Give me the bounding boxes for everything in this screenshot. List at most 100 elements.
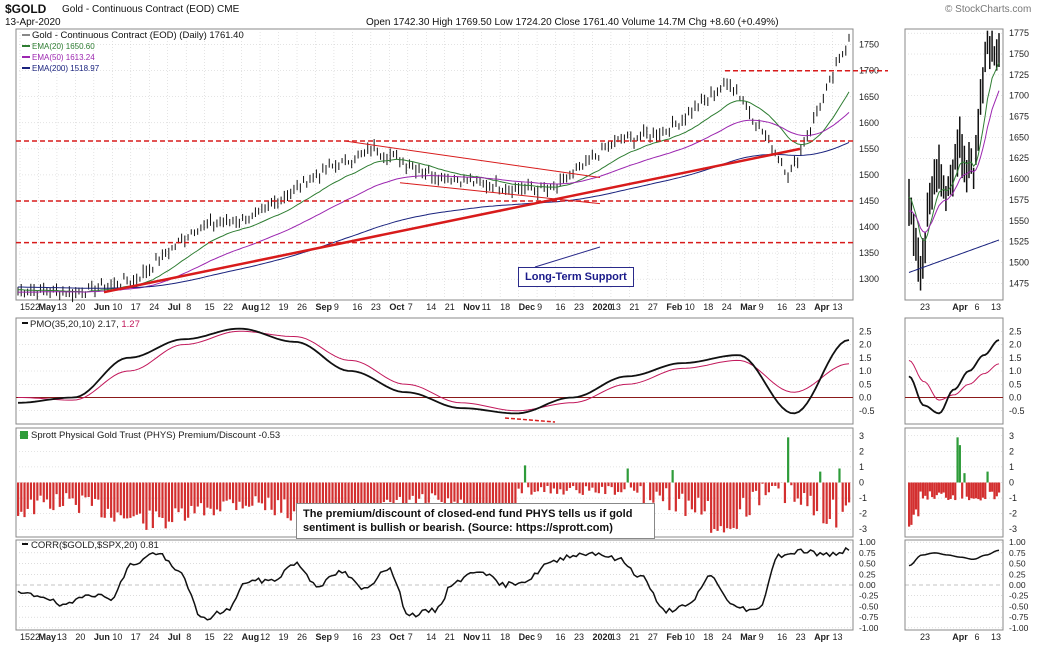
phys-bar — [536, 482, 539, 492]
pmo-y-tick-label: 2.0 — [859, 340, 872, 350]
phys-bar — [546, 482, 549, 486]
price-y-tick-label: 1750 — [859, 40, 879, 50]
zoom-phys-bar — [998, 482, 1001, 493]
zoom-phys-y-tick-label: 3 — [1009, 431, 1014, 441]
pmo-y-tick-label: 1.0 — [859, 366, 872, 376]
price-x-tick-label: 15 — [205, 302, 215, 312]
zoom-pmo-y-tick-label: 0.5 — [1009, 379, 1022, 389]
phys-bar — [90, 482, 93, 506]
phys-bar — [552, 482, 556, 489]
zoom-y-tick-label: 1650 — [1009, 132, 1029, 142]
zoom-corr-y-tick-label: 0.50 — [1009, 559, 1026, 569]
phys-bar — [61, 482, 65, 506]
phys-bar — [103, 482, 106, 518]
phys-bar — [110, 482, 113, 518]
zoom-phys-bar — [938, 482, 941, 493]
price-x-tick-label: 27 — [648, 302, 658, 312]
corr-x-tick-label: Sep — [315, 632, 332, 642]
phys-bar — [446, 482, 450, 499]
phys-legend: Sprott Physical Gold Trust (PHYS) Premiu… — [31, 430, 280, 441]
phys-bar — [411, 482, 414, 496]
phys-bar — [135, 482, 138, 515]
zoom-phys-bar — [970, 482, 973, 499]
phys-y-tick-label: -2 — [859, 509, 867, 519]
phys-bar — [475, 482, 479, 504]
zoom-phys-bar — [912, 482, 915, 515]
technical-chart: 15221522MayMay13132020JunJun101017172424… — [15, 28, 1029, 642]
zoom-phys-bar — [933, 482, 936, 499]
corr-x-tick-label: 10 — [685, 632, 695, 642]
zoom-x-tick-label: 6 — [974, 302, 979, 312]
price-x-tick-label: 8 — [186, 302, 191, 312]
phys-bar — [180, 482, 183, 509]
price-y-tick-label: 1550 — [859, 144, 879, 154]
phys-bar — [623, 482, 626, 490]
phys-bar — [52, 482, 55, 511]
phys-bar — [754, 482, 758, 491]
pmo-y-tick-label: 0.5 — [859, 379, 872, 389]
phys-note: The premium/discount of closed-end fund … — [296, 503, 655, 539]
zoom-y-tick-label: 1625 — [1009, 153, 1029, 163]
zoom-y-tick-label: 1575 — [1009, 195, 1029, 205]
corr-y-tick-label: 1.00 — [859, 537, 876, 547]
corr-x-tick-label: 17 — [131, 632, 141, 642]
phys-bar — [126, 482, 129, 519]
corr-x-tick-label: 24 — [722, 632, 732, 642]
phys-bar — [684, 482, 687, 516]
zoom-phys-bar — [931, 482, 934, 498]
price-y-tick-label: 1400 — [859, 222, 879, 232]
phys-bar — [158, 482, 161, 518]
phys-bar — [129, 482, 132, 518]
phys-bar — [819, 471, 822, 483]
price-x-tick-label: 23 — [796, 302, 806, 312]
corr-x-tick-label: Dec — [519, 632, 536, 642]
price-x-tick-label: 1522 — [20, 302, 40, 312]
corr-x-tick-label: 21 — [629, 632, 639, 642]
corr-x-tick-label: 13 — [611, 632, 621, 642]
phys-bar — [803, 482, 806, 494]
phys-bar — [661, 482, 665, 502]
price-x-tick-label: May — [38, 302, 56, 312]
zoom-phys-bar — [908, 482, 911, 527]
phys-bar — [215, 482, 219, 510]
phys-bar — [812, 482, 815, 516]
zoom-phys-bar — [947, 482, 950, 500]
phys-bar — [382, 482, 385, 503]
zoom-corr-y-tick-label: -1.00 — [1009, 623, 1029, 633]
phys-bar — [777, 482, 780, 489]
zoom-phys-bar — [991, 482, 994, 492]
phys-bar — [164, 482, 167, 529]
phys-bar — [273, 482, 276, 516]
zoom-y-tick-label: 1600 — [1009, 174, 1029, 184]
corr-x-tick-label: 19 — [279, 632, 289, 642]
corr-x-tick-label: 13 — [833, 632, 843, 642]
corr-y-tick-label: 0.25 — [859, 569, 876, 579]
zoom-pmo-y-tick-label: 2.0 — [1009, 340, 1022, 350]
phys-bar — [735, 482, 738, 529]
phys-bar — [742, 482, 745, 498]
zoom-x-tick-label: 23 — [920, 302, 930, 312]
price-legend-entry: Gold - Continuous Contract (EOD) (Daily)… — [32, 30, 244, 41]
phys-bar — [584, 482, 588, 487]
phys-bar — [533, 482, 536, 492]
phys-bar — [751, 482, 754, 492]
zoom-phys-bar — [935, 482, 938, 496]
phys-bar — [671, 470, 674, 483]
pmo-y-tick-label: 2.5 — [859, 326, 872, 336]
corr-x-tick-label: 7 — [408, 632, 413, 642]
phys-bar — [453, 482, 456, 502]
ohlc-readout: Open 1742.30 High 1769.50 Low 1724.20 Cl… — [366, 17, 779, 28]
ticker-description: Gold - Continuous Contract (EOD) CME — [62, 4, 240, 15]
phys-bar — [572, 482, 575, 487]
phys-bar — [33, 482, 36, 515]
zoom-corr-y-tick-label: 0.25 — [1009, 569, 1026, 579]
zoom-phys-bar — [965, 482, 968, 497]
corr-x-tick-label: 18 — [703, 632, 713, 642]
phys-bar — [607, 482, 610, 487]
phys-bar — [29, 482, 33, 500]
price-x-tick-label: Mar — [740, 302, 757, 312]
phys-bar — [841, 482, 844, 512]
phys-bar — [87, 482, 90, 497]
phys-bar — [241, 482, 244, 509]
price-x-tick-label: 16 — [556, 302, 566, 312]
